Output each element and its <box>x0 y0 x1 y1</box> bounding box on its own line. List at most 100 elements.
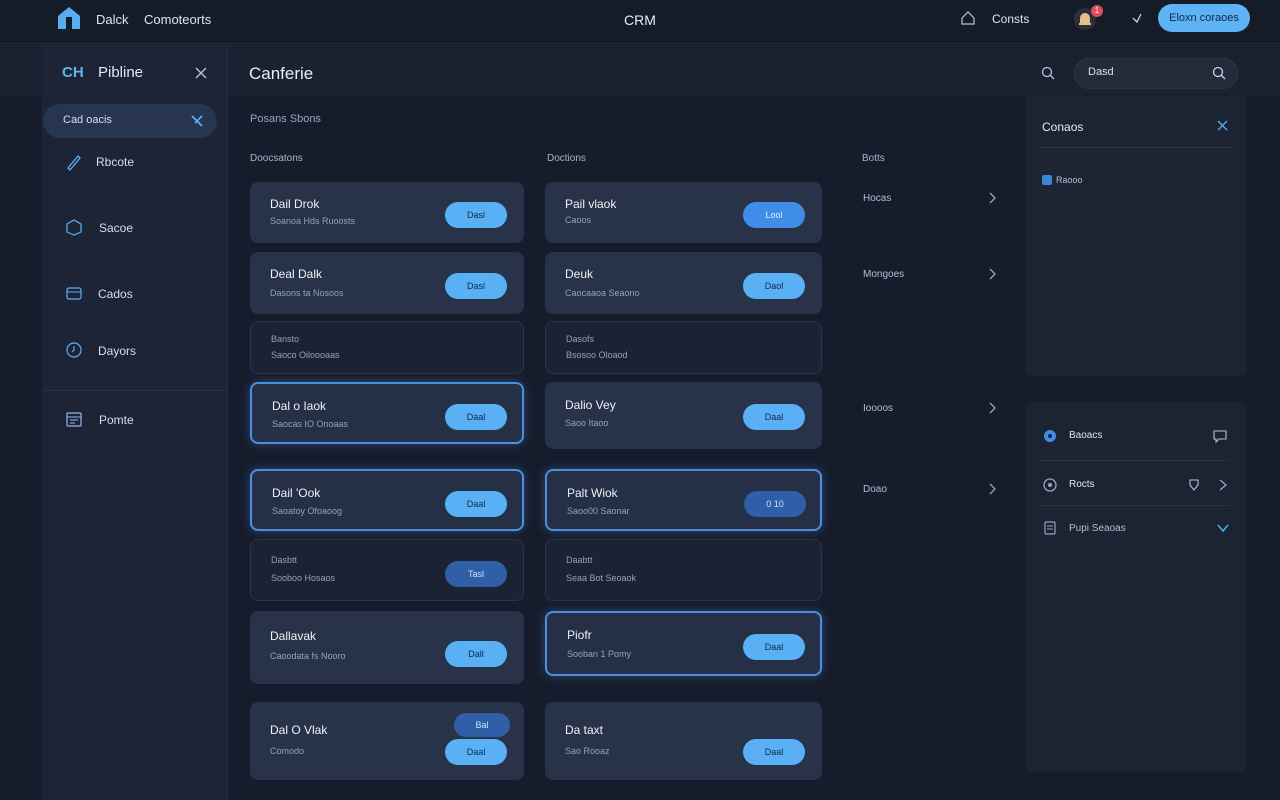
deal-card[interactable]: Deal Dalk Dasons ta Nosoos Dasl <box>250 252 524 314</box>
sidebar-title: Pibline <box>98 64 144 81</box>
box-icon <box>66 219 82 236</box>
deal-card-empty[interactable]: Dasbtt Sooboo Hosaos Tasl <box>250 539 524 601</box>
sidebar-active-label: Cad oacis <box>63 114 112 126</box>
card-subtitle: Sooban 1 Pomy <box>567 649 632 659</box>
divider <box>1040 147 1232 148</box>
right-list-item[interactable]: Ioooos <box>863 403 893 414</box>
card-subtitle: Dasons ta Nosoos <box>270 288 344 298</box>
card-subtitle: Saoo00 Saonar <box>567 506 630 516</box>
chevron-right-icon[interactable] <box>986 268 998 280</box>
details-panel <box>1026 402 1246 772</box>
sidebar-divider <box>42 390 228 391</box>
deal-card[interactable]: Dail Drok Soanoa Hds Ruoosts Dasl <box>250 182 524 243</box>
deal-card[interactable]: Dal O Vlak Comodo Bal Daal <box>250 702 524 780</box>
card-action-button[interactable]: Dall <box>445 641 507 667</box>
chevron-down-icon[interactable] <box>1215 520 1231 536</box>
card-title: Deal Dalk <box>270 267 323 281</box>
panel-item-label[interactable]: Baoacs <box>1069 430 1102 441</box>
panel-item-label[interactable]: Rocts <box>1069 479 1095 490</box>
topbar-consts[interactable]: Consts <box>992 12 1029 26</box>
close-icon[interactable] <box>1216 119 1229 132</box>
card-title: Dail 'Ook <box>272 486 321 500</box>
card-secondary-button[interactable]: Bal <box>454 713 510 737</box>
card-subtitle: Caoodata fs Nooro <box>270 651 346 661</box>
card-action-button[interactable]: Daal <box>743 404 805 430</box>
deal-card-selected[interactable]: Dail 'Ook Saoatoy Ofoaoog Daal <box>250 469 524 531</box>
divider <box>1040 505 1230 506</box>
search-input[interactable] <box>1088 66 1198 78</box>
deal-card-empty[interactable]: Daabtt Seaa Bot Seoaok <box>545 539 822 601</box>
settings-icon <box>1043 478 1057 492</box>
column-header-left: Doocsatons <box>250 153 303 164</box>
card-action-button[interactable]: Lool <box>743 202 805 228</box>
breadcrumb[interactable]: Posans Sbons <box>250 113 321 125</box>
card-subtitle: Saoco Oiloooaas <box>271 350 340 360</box>
card-action-button[interactable]: 0 10 <box>744 491 806 517</box>
right-list-item[interactable]: Doao <box>863 484 887 495</box>
close-icon[interactable] <box>194 66 208 80</box>
sidebar-item-pomte[interactable]: Pomte <box>99 413 134 427</box>
card-action-button[interactable]: Daal <box>743 634 805 660</box>
card-title: Dasofs <box>566 334 595 344</box>
card-subtitle: Saocas IO Onoaas <box>272 419 349 429</box>
card-subtitle: Saoatoy Ofoaoog <box>272 506 343 516</box>
search-icon[interactable] <box>1212 66 1226 80</box>
card-subtitle: Caoos <box>565 215 592 225</box>
card-action-button[interactable]: Dasl <box>445 202 507 228</box>
chevron-right-icon[interactable] <box>1215 477 1231 493</box>
deal-card[interactable]: Dalio Vey Saoo Itaoo Daal <box>545 382 822 449</box>
home-outline-icon[interactable] <box>960 10 976 26</box>
chevron-collapse-icon[interactable] <box>1130 11 1144 25</box>
deal-card-selected[interactable]: Palt Wiok Saoo00 Saonar 0 10 <box>545 469 822 531</box>
card-action-button[interactable]: Daal <box>445 491 507 517</box>
card-subtitle: Seaa Bot Seoaok <box>566 573 637 583</box>
deal-card-selected[interactable]: Piofr Sooban 1 Pomy Daal <box>545 611 822 676</box>
deal-card-empty[interactable]: Dasofs Bsosoo Oloaod <box>545 321 822 374</box>
sidebar-item-sacoe[interactable]: Sacoe <box>99 221 133 235</box>
folder-icon <box>66 287 82 300</box>
card-subtitle: Soanoa Hds Ruoosts <box>270 216 356 226</box>
right-list-item[interactable]: Hocas <box>863 193 891 204</box>
card-title: Bansto <box>271 334 300 344</box>
chat-icon[interactable] <box>1212 428 1228 444</box>
card-subtitle: Bsosoo Oloaod <box>566 350 628 360</box>
column-header-middle: Doctions <box>547 153 586 164</box>
card-action-button[interactable]: Daol <box>743 273 805 299</box>
shield-icon[interactable] <box>1186 477 1202 493</box>
deal-card-empty[interactable]: Bansto Saoco Oiloooaas <box>250 321 524 374</box>
deal-card[interactable]: Deuk Caocaaoa Seaono Daol <box>545 252 822 314</box>
panel-item-label[interactable]: Pupi Seaoas <box>1069 523 1126 534</box>
deal-card[interactable]: Da taxt Sao Rooaz Daal <box>545 702 822 780</box>
deal-card[interactable]: Pail vlaok Caoos Lool <box>545 182 822 243</box>
card-title: Dal O Vlak <box>270 723 328 737</box>
panel-item[interactable]: Raooo <box>1056 175 1083 185</box>
clock-icon <box>66 342 82 358</box>
divider <box>1040 460 1230 461</box>
card-title: Dalio Vey <box>565 398 616 412</box>
card-title: Daabtt <box>566 555 593 565</box>
pen-icon <box>67 155 81 171</box>
column-header-right: Botts <box>862 153 885 164</box>
new-contact-button[interactable]: Eloxn coraoes <box>1158 4 1250 32</box>
card-action-button[interactable]: Dasl <box>445 273 507 299</box>
chevron-right-icon[interactable] <box>986 483 998 495</box>
right-list-item[interactable]: Mongoes <box>863 269 904 280</box>
card-subtitle: Caocaaoa Seaono <box>565 288 640 298</box>
card-action-button[interactable]: Daal <box>445 739 507 765</box>
card-action-button[interactable]: Daal <box>743 739 805 765</box>
card-title: Dail Drok <box>270 197 320 211</box>
search-icon[interactable] <box>1041 66 1055 80</box>
chevron-right-icon[interactable] <box>986 192 998 204</box>
contacts-panel <box>1026 96 1246 376</box>
card-action-button[interactable]: Tasl <box>445 561 507 587</box>
card-subtitle: Saoo Itaoo <box>565 418 609 428</box>
puzzle-icon <box>1044 430 1056 442</box>
sidebar-item-cados[interactable]: Cados <box>98 287 133 301</box>
chevron-right-icon[interactable] <box>986 402 998 414</box>
sidebar-item-dayors[interactable]: Dayors <box>98 344 136 358</box>
deal-card[interactable]: Dallavak Caoodata fs Nooro Dall <box>250 611 524 684</box>
card-action-button[interactable]: Daal <box>445 404 507 430</box>
sidebar-item-rbcote[interactable]: Rbcote <box>96 155 134 169</box>
calendar-icon <box>66 412 82 427</box>
deal-card-selected[interactable]: Dal o Iaok Saocas IO Onoaas Daal <box>250 382 524 444</box>
